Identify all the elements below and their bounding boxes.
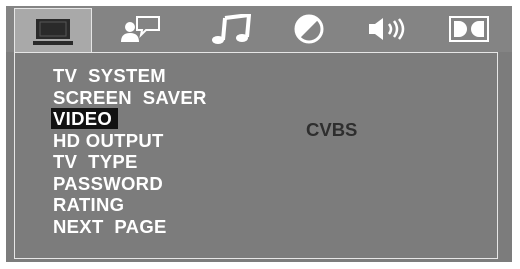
menu-item-tv-type[interactable]: TV TYPE <box>53 151 207 173</box>
menu-item-password[interactable]: PASSWORD <box>53 173 207 195</box>
osd-screen: TV SYSTEM SCREEN SAVER VIDEO HD OUTPUT T… <box>6 6 512 262</box>
tab-dolby-setup[interactable] <box>434 9 504 49</box>
tab-general-setup[interactable] <box>14 8 92 54</box>
tab-language-setup[interactable] <box>106 9 176 49</box>
settings-menu: TV SYSTEM SCREEN SAVER VIDEO HD OUTPUT T… <box>51 65 207 238</box>
tab-bar <box>6 6 512 54</box>
speaker-chat-icon <box>121 16 160 42</box>
half-circle-icon <box>294 14 324 44</box>
tab-video-setup[interactable] <box>274 9 344 49</box>
menu-item-next-page[interactable]: NEXT PAGE <box>53 216 207 238</box>
menu-item-screen-saver[interactable]: SCREEN SAVER <box>53 87 207 109</box>
menu-item-tv-system[interactable]: TV SYSTEM <box>53 65 207 87</box>
tab-speaker-setup[interactable] <box>354 9 424 49</box>
menu-item-hd-output[interactable]: HD OUTPUT <box>53 130 207 152</box>
menu-item-rating[interactable]: RATING <box>53 194 207 216</box>
monitor-icon <box>33 18 73 45</box>
menu-item-video[interactable]: VIDEO <box>51 108 207 130</box>
settings-panel: TV SYSTEM SCREEN SAVER VIDEO HD OUTPUT T… <box>14 52 498 259</box>
video-value: CVBS <box>306 119 358 140</box>
volume-icon <box>369 18 405 40</box>
dolby-icon <box>449 16 489 42</box>
tab-audio-setup[interactable] <box>196 9 266 49</box>
music-note-icon <box>212 14 251 44</box>
